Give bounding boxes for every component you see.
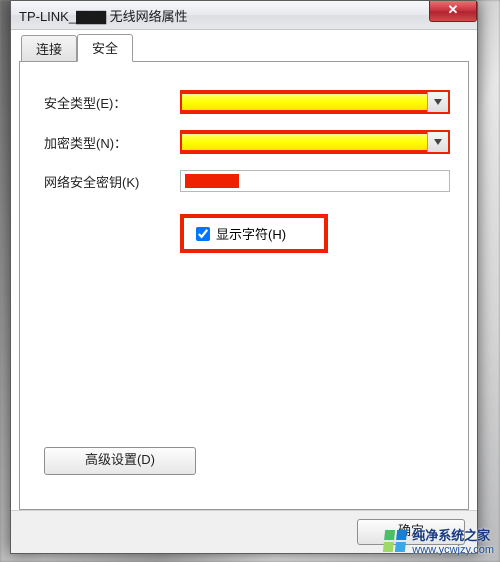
row-security-key: 网络安全密钥(K) <box>44 170 450 192</box>
dropdown-arrow-icon <box>427 132 448 152</box>
show-characters-row[interactable]: 显示字符(H) <box>180 214 328 253</box>
security-key-redacted <box>185 174 239 188</box>
window-title: TP-LINK_▇▇▇ 无线网络属性 <box>19 6 188 25</box>
advanced-settings-label: 高级设置(D) <box>85 452 155 467</box>
show-characters-label: 显示字符(H) <box>216 224 286 243</box>
caption-buttons: ✕ <box>430 1 477 21</box>
tab-panel-security: 安全类型(E)： 加密类型(N)： <box>19 61 469 510</box>
label-encryption-type: 加密类型(N)： <box>44 133 180 152</box>
close-button[interactable]: ✕ <box>429 1 477 22</box>
encryption-type-value <box>182 134 427 150</box>
tab-connection-label: 连接 <box>36 42 62 57</box>
dropdown-arrow-icon <box>427 92 448 112</box>
ok-button[interactable]: 确定 <box>357 519 465 545</box>
tab-security[interactable]: 安全 <box>77 34 133 62</box>
ok-button-label: 确定 <box>398 523 424 538</box>
titlebar: TP-LINK_▇▇▇ 无线网络属性 ✕ <box>11 1 477 30</box>
row-encryption-type: 加密类型(N)： <box>44 130 450 154</box>
security-type-value <box>182 94 427 110</box>
label-security-type: 安全类型(E)： <box>44 93 180 112</box>
wireless-properties-window: TP-LINK_▇▇▇ 无线网络属性 ✕ 连接 安全 安全类型(E)： <box>10 0 478 554</box>
security-key-input[interactable] <box>180 170 450 192</box>
row-security-type: 安全类型(E)： <box>44 90 450 114</box>
advanced-settings-button[interactable]: 高级设置(D) <box>44 447 196 475</box>
show-characters-checkbox[interactable] <box>196 227 210 241</box>
tab-security-label: 安全 <box>92 41 118 56</box>
tab-connection[interactable]: 连接 <box>21 35 77 63</box>
encryption-type-dropdown[interactable] <box>180 130 450 154</box>
client-area: 连接 安全 安全类型(E)： <box>11 30 477 510</box>
security-type-dropdown[interactable] <box>180 90 450 114</box>
close-icon: ✕ <box>448 2 459 17</box>
dialog-button-bar: 确定 <box>11 510 477 553</box>
tab-row: 连接 安全 <box>19 38 469 62</box>
label-security-key: 网络安全密钥(K) <box>44 172 180 191</box>
